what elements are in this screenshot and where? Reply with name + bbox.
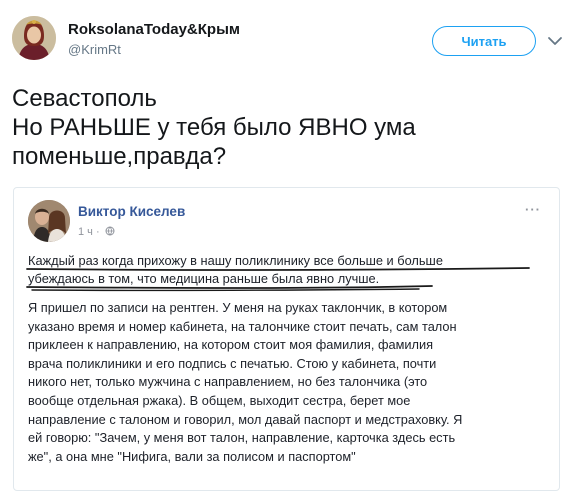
fb-body-line: же", а она мне "Нифига, вали за полисом … <box>28 448 356 464</box>
tweet-text: Севастополь Но РАНЬШЕ у тебя было ЯВНО у… <box>12 84 562 171</box>
fb-body-line: направление с талоном и говорил, мол дав… <box>28 411 463 427</box>
avatar[interactable] <box>12 16 56 60</box>
fb-body-line: указано время и номер кабинета, на талон… <box>28 318 457 334</box>
fb-author-name[interactable]: Виктор Киселев <box>78 204 185 219</box>
tweet-text-line: Но РАНЬШЕ у тебя было ЯВНО ума <box>12 114 416 141</box>
fb-body-line: приклеен к направлению, на котором стоит… <box>28 337 434 353</box>
hand-underline-marks <box>26 267 530 292</box>
tweet-media-screenshot[interactable]: Виктор Киселев 1 ч · ··· Каждый раз когд… <box>13 187 560 491</box>
user-handle[interactable]: @KrimRt <box>68 42 121 57</box>
fb-more-icon[interactable]: ··· <box>525 202 541 217</box>
fb-body-line: никого нет, только мужчина с направление… <box>28 374 428 390</box>
fb-body-line: Я пришел по записи на рентген. У меня на… <box>28 300 448 315</box>
chevron-down-icon[interactable] <box>546 32 564 50</box>
fb-post-body: Я пришел по записи на рентген. У меня на… <box>28 299 548 466</box>
fb-body-line: врача поликлиники и его подпись с печать… <box>28 355 437 371</box>
fb-body-line: вообще отдельная ржака). В общем, выходи… <box>28 392 411 408</box>
globe-icon <box>105 226 115 236</box>
tweet-text-line: поменьше,правда? <box>12 143 227 170</box>
tweet-text-line: Севастополь <box>12 85 157 112</box>
fb-body-line: ей говорю: "Зачем, у меня вот талон, нап… <box>28 430 456 446</box>
fb-avatar <box>28 200 70 242</box>
fb-avatar-photo <box>28 200 70 242</box>
follow-button[interactable]: Читать <box>432 26 536 56</box>
fb-post-time: 1 ч · <box>78 226 100 238</box>
display-name[interactable]: RoksolanaToday&Крым <box>68 21 240 38</box>
fb-post-meta: 1 ч · <box>78 226 115 238</box>
avatar-portrait <box>12 16 56 60</box>
tweet-header: RoksolanaToday&Крым @KrimRt Читать <box>0 0 574 78</box>
